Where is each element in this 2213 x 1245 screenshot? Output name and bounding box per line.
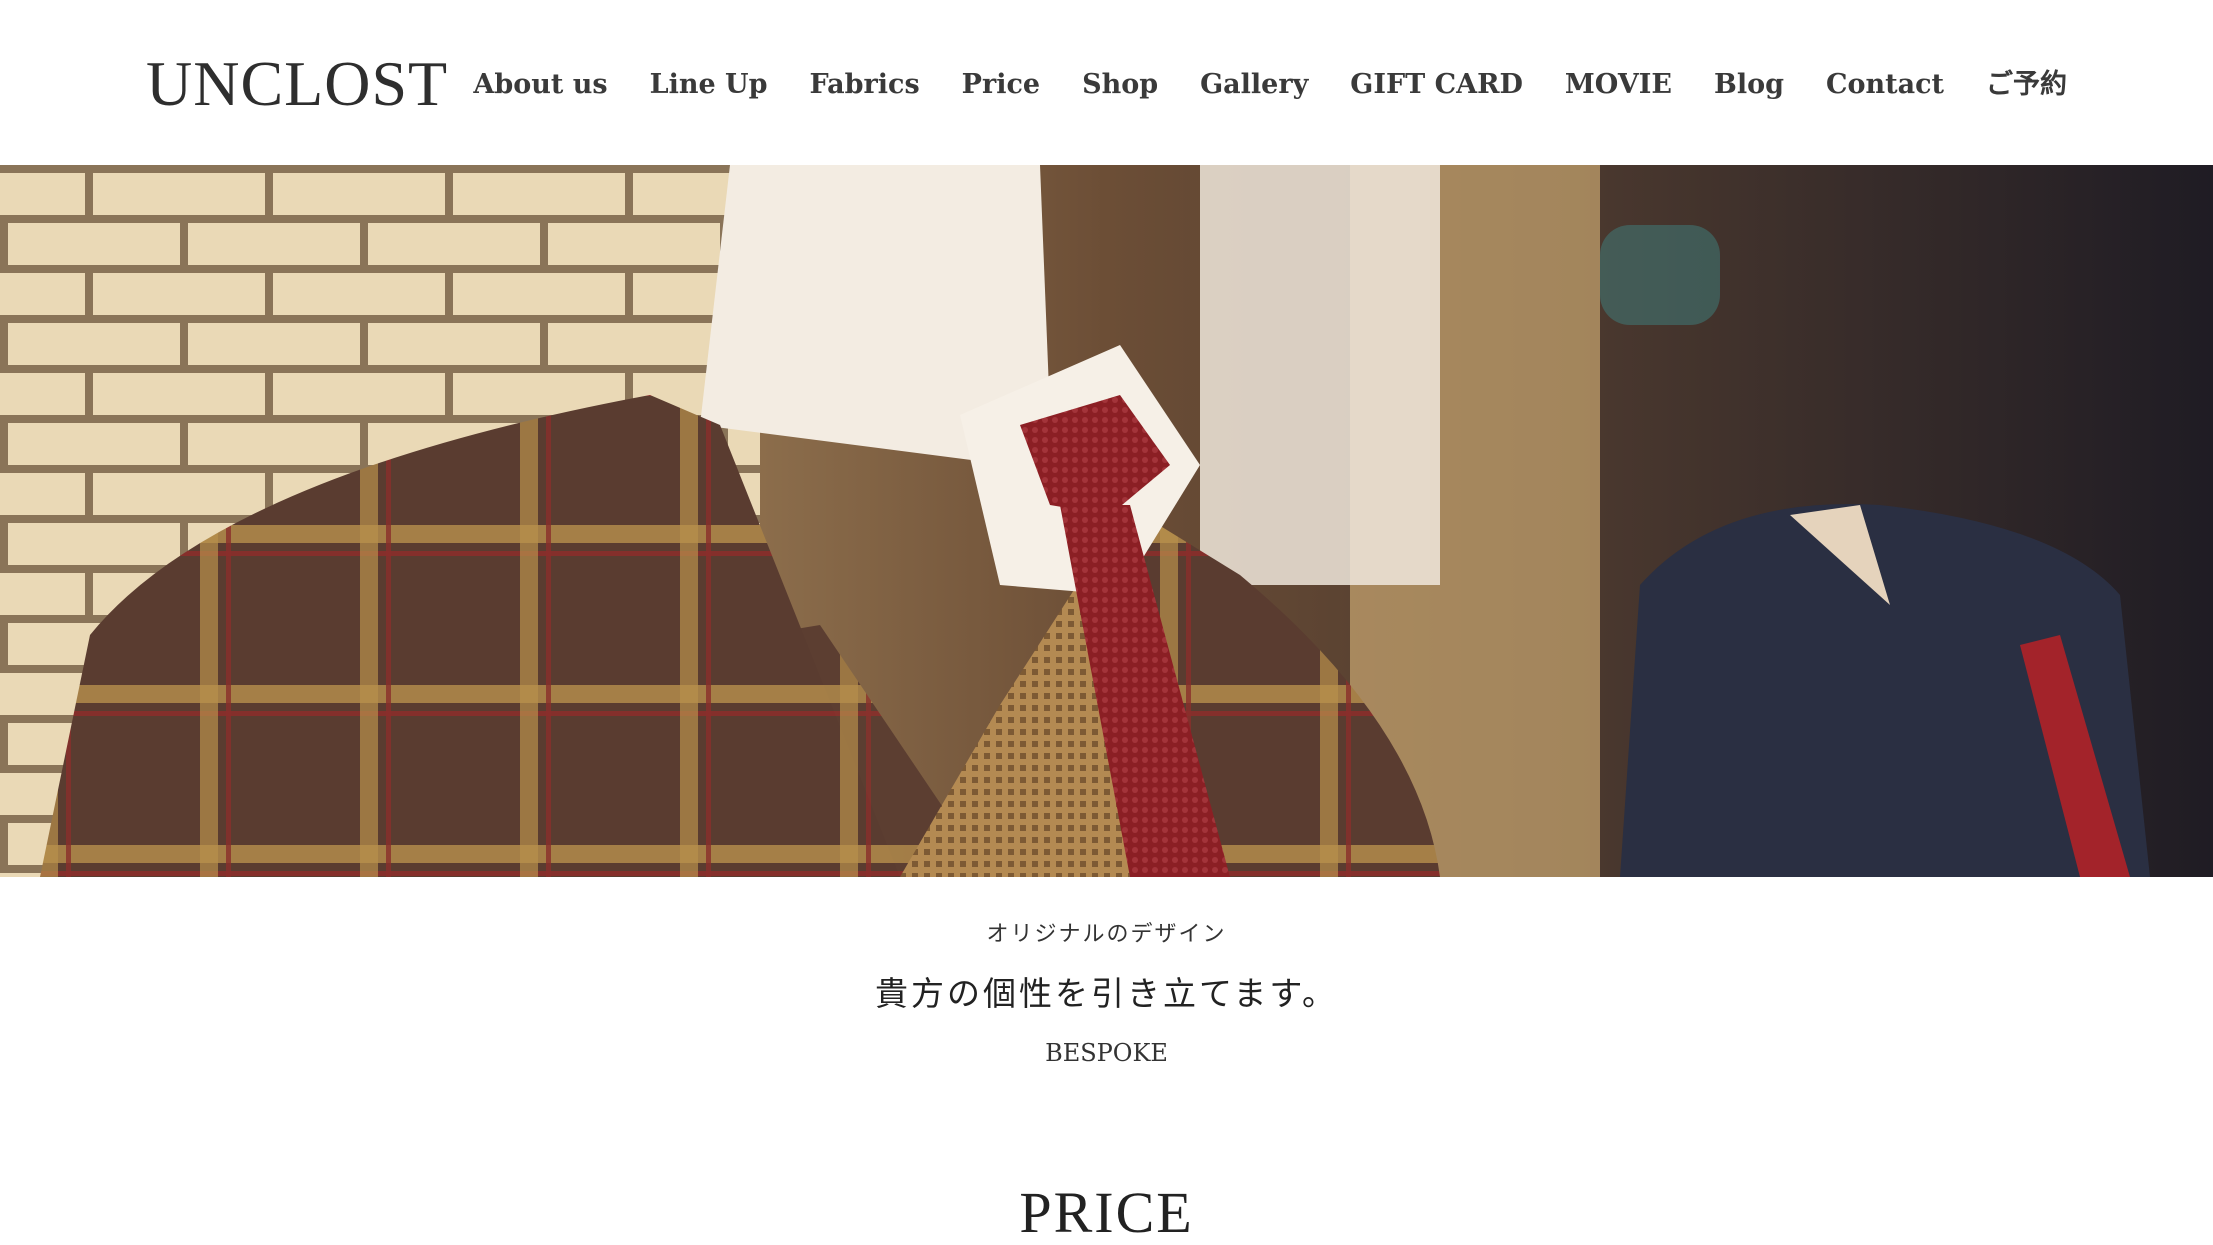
nav-blog[interactable]: Blog [1714,60,1784,110]
nav-reservation[interactable]: ご予約 [1986,60,2067,110]
nav-contact[interactable]: Contact [1826,60,1944,110]
nav-gift-card[interactable]: GIFT CARD [1350,60,1523,110]
nav-movie[interactable]: MOVIE [1565,60,1672,110]
nav-fabrics[interactable]: Fabrics [809,60,919,110]
price-section-title: PRICE [1019,1180,1194,1245]
intro-section: オリジナルのデザイン 貴方の個性を引き立てます。 BESPOKE [0,877,2213,1073]
hero-image [0,165,2213,877]
nav-line-up[interactable]: Line Up [650,60,768,110]
nav-price[interactable]: Price [962,60,1040,110]
intro-subtitle: オリジナルのデザイン [986,922,1227,947]
nav-about-us[interactable]: About us [473,60,607,110]
site-logo[interactable]: UNCLOST [146,44,448,124]
nav-gallery[interactable]: Gallery [1200,60,1308,110]
jacket-mannequin-illustration [0,165,2213,877]
site-header: UNCLOST About us Line Up Fabrics Price S… [0,0,2213,165]
intro-headline: 貴方の個性を引き立てます。 [874,974,1339,1013]
nav-shop[interactable]: Shop [1082,60,1158,110]
intro-tag: BESPOKE [1045,1039,1168,1067]
main-nav: About us Line Up Fabrics Price Shop Gall… [473,60,2067,110]
